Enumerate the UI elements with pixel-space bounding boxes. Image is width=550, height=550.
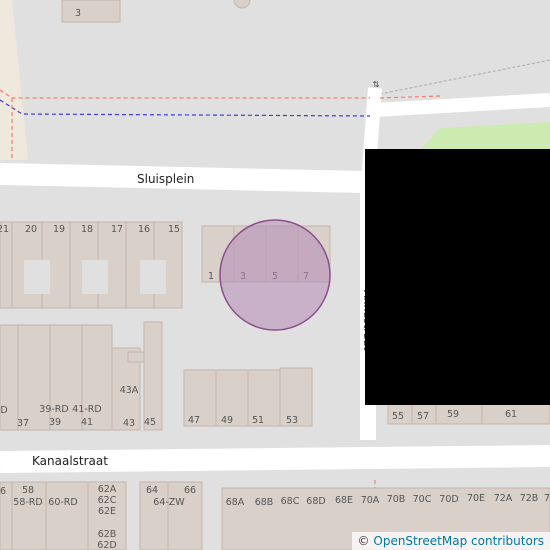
east-block: 47 49 51 53 bbox=[183, 367, 313, 427]
house-number: 45 bbox=[144, 417, 156, 428]
building bbox=[61, 0, 121, 23]
house-number: 68E bbox=[335, 495, 353, 506]
map-attribution: © OpenStreetMap contributors bbox=[351, 532, 550, 550]
sluisplein-row: 21 20 19 18 17 16 15 bbox=[0, 221, 183, 309]
house-number: 47 bbox=[188, 415, 200, 426]
house-number: 16 bbox=[138, 224, 150, 235]
house-number: 70E bbox=[467, 493, 485, 504]
house-number: 62C bbox=[98, 495, 117, 506]
house-number: 15 bbox=[168, 224, 180, 235]
house-number: 72A bbox=[494, 493, 513, 504]
street-label-kanaalstraat: Kanaalstraat bbox=[32, 454, 108, 468]
house-number: D bbox=[0, 405, 7, 416]
house-number: 62D bbox=[97, 540, 116, 550]
house-number: 7 bbox=[544, 493, 550, 504]
house-number: 62A bbox=[98, 484, 117, 495]
house-number: 43 bbox=[123, 418, 135, 429]
house-number: 61 bbox=[505, 409, 517, 420]
house-number: 72B bbox=[520, 493, 539, 504]
house-number: 62E bbox=[98, 506, 116, 517]
kanaal-west-block: 6 58 58-RD 60-RD 62A 62C 62E 62B 62D 64 … bbox=[0, 481, 203, 550]
house-number: 17 bbox=[111, 224, 123, 235]
redacted-region bbox=[365, 149, 550, 405]
house-number: 49 bbox=[221, 415, 233, 426]
house-number: 41 bbox=[81, 417, 93, 428]
house-number: 6 bbox=[0, 486, 6, 497]
house-number: 51 bbox=[252, 415, 264, 426]
house-number: 37 bbox=[17, 418, 29, 429]
house-number: 43A bbox=[120, 385, 139, 396]
house-number: 18 bbox=[81, 224, 93, 235]
house-number: 59 bbox=[447, 409, 459, 420]
attribution-link[interactable]: OpenStreetMap contributors bbox=[373, 534, 544, 548]
house-number: 3 bbox=[75, 8, 81, 19]
house-number: 39 bbox=[49, 417, 61, 428]
house-number: 58-RD bbox=[13, 497, 42, 508]
house-number: 21 bbox=[0, 224, 9, 235]
house-number: 53 bbox=[286, 415, 298, 426]
house-number: 60-RD bbox=[48, 497, 77, 508]
house-number: 70C bbox=[413, 494, 432, 505]
house-number: 55 bbox=[392, 411, 404, 422]
house-number: 66 bbox=[184, 485, 196, 496]
map-canvas[interactable]: 3 ⇅ 1 20 19 18 17 16 15 1 43A D 37 39-RD… bbox=[0, 0, 550, 550]
house-number: 70B bbox=[387, 494, 406, 505]
house-number: 68D bbox=[306, 496, 325, 507]
house-number: 64 bbox=[146, 485, 158, 496]
house-number: 68C bbox=[281, 496, 300, 507]
house-number: 19 bbox=[53, 224, 65, 235]
house-number: 20 bbox=[25, 224, 37, 235]
street-label-sluisplein: Sluisplein bbox=[137, 172, 194, 186]
building bbox=[143, 321, 163, 431]
house-number: 41-RD bbox=[72, 404, 101, 415]
house-number: 64-ZW bbox=[153, 497, 185, 508]
house-number: 68B bbox=[255, 497, 274, 508]
house-number: 1 bbox=[208, 271, 214, 282]
house-number: 39-RD bbox=[39, 404, 68, 415]
house-number: 70A bbox=[361, 495, 380, 506]
house-number: 57 bbox=[417, 411, 429, 422]
house-number: 62B bbox=[98, 529, 117, 540]
copyright-symbol: © bbox=[357, 534, 370, 548]
oneway-arrow-icon: ⇅ bbox=[373, 80, 380, 89]
house-number: 70D bbox=[439, 494, 458, 505]
house-number: 68A bbox=[226, 497, 245, 508]
road-east bbox=[374, 93, 550, 117]
location-marker[interactable] bbox=[219, 219, 331, 331]
house-number: 58 bbox=[22, 485, 34, 496]
